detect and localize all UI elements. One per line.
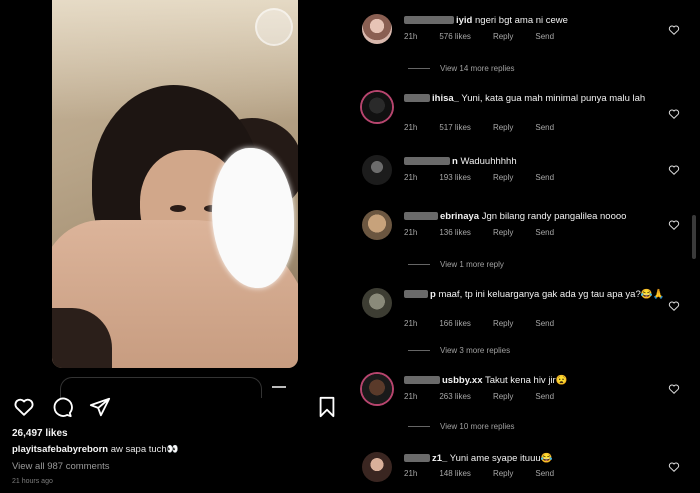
comments-scrollbar[interactable] [692,215,696,259]
comment-body: p maaf, tp ini keluarganya gak ada yg ta… [404,288,666,301]
comment-text: Jgn bilang randy pangalilea noooo [481,211,627,222]
comment-time: 21h [404,392,418,401]
avatar[interactable] [362,452,392,482]
photo-badge-icon [255,8,293,46]
comment-like-heart-icon[interactable] [668,461,680,473]
comment-body: n Waduuhhhhh [404,155,666,168]
comment-username[interactable]: z1_ [432,453,447,464]
caption-text: aw sapa tuch👀 [110,444,179,455]
send-button[interactable]: Send [535,123,554,132]
comment-likes[interactable]: 517 likes [439,123,471,132]
comment-username[interactable]: ebrinaya [440,211,479,222]
view-more-replies-link[interactable]: View 3 more replies [408,346,510,355]
comment-text: maaf, tp ini keluarganya gak ada yg tau … [438,289,665,300]
comment-time: 21h [404,319,418,328]
view-all-comments-link[interactable]: View all 987 comments [12,461,110,472]
comment-username[interactable]: p [430,289,436,300]
redacted-username [404,376,440,385]
comment-like-heart-icon[interactable] [668,300,680,312]
redacted-username [404,157,450,166]
like-heart-icon[interactable] [13,396,35,418]
comment-time: 21h [404,32,418,41]
comment-likes[interactable]: 148 likes [439,469,471,478]
bookmark-icon[interactable] [316,396,338,418]
comment-like-heart-icon[interactable] [668,383,680,395]
send-button[interactable]: Send [535,469,554,478]
comment-body: z1_ Yuni ame syape ituuu😂 [404,452,666,465]
comment-likes[interactable]: 136 likes [439,228,471,237]
comment-likes[interactable]: 576 likes [439,32,471,41]
comment-username[interactable]: ihisa_ [432,93,459,104]
comment-meta: 21h 517 likes Reply Send [404,123,576,132]
avatar[interactable] [362,92,392,122]
reply-button[interactable]: Reply [493,32,513,41]
scroll-indicator [272,386,286,388]
avatar[interactable] [362,14,392,44]
redacted-username [404,94,430,103]
comment-meta: 21h 136 likes Reply Send [404,228,576,237]
comment-username[interactable]: usbby.xx [442,375,482,386]
comment-text: Waduuhhhhh [460,156,517,167]
send-button[interactable]: Send [535,228,554,237]
comment-time: 21h [404,228,418,237]
send-button[interactable]: Send [535,32,554,41]
comment-text: Yuni, kata gua mah minimal punya malu la… [461,93,646,104]
reply-button[interactable]: Reply [493,392,513,401]
comment-likes[interactable]: 263 likes [439,392,471,401]
redacted-username [404,212,438,221]
comment-text: Takut kena hiv jir😧 [484,375,568,386]
redacted-username [404,290,428,299]
comment-like-heart-icon[interactable] [668,108,680,120]
reply-button[interactable]: Reply [493,123,513,132]
reply-input-edge [60,377,262,398]
comment-meta: 21h 148 likes Reply Send [404,469,576,478]
reply-button[interactable]: Reply [493,469,513,478]
avatar[interactable] [362,374,392,404]
comment-username[interactable]: n [452,156,458,167]
share-paper-plane-icon[interactable] [89,396,111,418]
comment-like-heart-icon[interactable] [668,219,680,231]
comment-likes[interactable]: 166 likes [439,319,471,328]
post-timestamp: 21 hours ago [12,478,53,485]
send-button[interactable]: Send [535,173,554,182]
comment-body: ebrinaya Jgn bilang randy pangalilea noo… [404,210,666,223]
comment-meta: 21h 193 likes Reply Send [404,173,576,182]
post-likes-count[interactable]: 26,497 likes [12,428,68,439]
comment-like-heart-icon[interactable] [668,24,680,36]
comment-body: usbby.xx Takut kena hiv jir😧 [404,374,666,387]
comment-time: 21h [404,469,418,478]
photo-eye [170,205,186,212]
comment-icon[interactable] [51,396,73,418]
comment-text: ngeri bgt ama ni cewe [475,15,568,26]
view-more-replies-link[interactable]: View 10 more replies [408,422,515,431]
comment-meta: 21h 166 likes Reply Send [404,319,576,328]
avatar[interactable] [362,288,392,318]
avatar[interactable] [362,155,392,185]
comment-text: Yuni ame syape ituuu😂 [449,453,553,464]
post-photo[interactable] [52,0,298,368]
comment-body: iyid ngeri bgt ama ni cewe [404,14,666,27]
redacted-username [404,454,430,463]
comment-like-heart-icon[interactable] [668,164,680,176]
comment-body: ihisa_ Yuni, kata gua mah minimal punya … [404,92,666,105]
view-more-replies-link[interactable]: View 14 more replies [408,64,515,73]
view-more-replies-link[interactable]: View 1 more reply [408,260,504,269]
post-caption: playitsafebabyreborn aw sapa tuch👀 [12,444,179,455]
comment-meta: 21h 576 likes Reply Send [404,32,576,41]
reply-button[interactable]: Reply [493,173,513,182]
comment-time: 21h [404,123,418,132]
send-button[interactable]: Send [535,319,554,328]
avatar[interactable] [362,210,392,240]
send-button[interactable]: Send [535,392,554,401]
caption-username[interactable]: playitsafebabyreborn [12,444,108,455]
redacted-username [404,16,454,25]
comment-meta: 21h 263 likes Reply Send [404,392,576,401]
comment-time: 21h [404,173,418,182]
comment-username[interactable]: iyid [456,15,472,26]
comment-likes[interactable]: 193 likes [439,173,471,182]
reply-button[interactable]: Reply [493,228,513,237]
reply-button[interactable]: Reply [493,319,513,328]
